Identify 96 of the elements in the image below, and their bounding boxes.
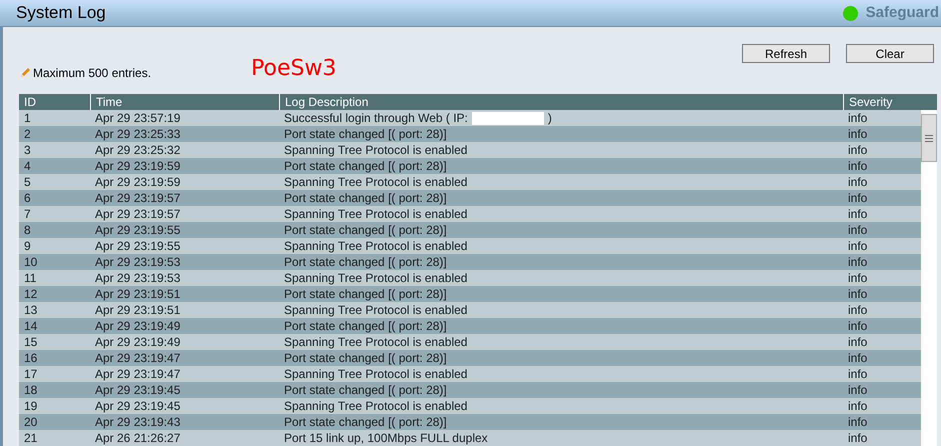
table-cell-text: Apr 29 23:19:53: [94, 254, 182, 270]
pencil-icon: [19, 67, 31, 79]
table-cell-text: info: [847, 126, 868, 142]
table-cell-text: Apr 26 21:26:27: [94, 430, 182, 446]
table-cell-text: info: [847, 334, 868, 350]
table-cell: Port state changed [( port: 28)]: [284, 414, 447, 430]
table-cell: ): [548, 110, 552, 126]
table-cell: Spanning Tree Protocol is enabled: [284, 174, 468, 190]
table-cell-text: 1: [23, 110, 32, 126]
table-cell-text: Apr 29 23:19:55: [94, 222, 182, 238]
table-cell-text: info: [847, 302, 868, 318]
table-cell-text: info: [847, 222, 868, 238]
table-cell-text: 20: [23, 414, 38, 430]
table-cell-text: 5: [23, 174, 32, 190]
table-cell-text: info: [847, 398, 868, 414]
table-cell-text: 12: [23, 286, 38, 302]
table-cell-text: 2: [23, 126, 32, 142]
table-cell-text: Apr 29 23:19:49: [94, 318, 182, 334]
table-cell-text: Apr 29 23:57:19: [94, 110, 182, 126]
table-cell-text: Apr 29 23:19:43: [94, 414, 182, 430]
table-cell-text: 15: [23, 334, 38, 350]
table-cell-text: 10: [23, 254, 38, 270]
table-cell-text: Apr 29 23:19:47: [94, 350, 182, 366]
scrollbar-thumb[interactable]: [921, 114, 937, 162]
table-cell-text: info: [847, 366, 868, 382]
table-cell-text: info: [847, 254, 868, 270]
table-cell-text: 17: [23, 366, 38, 382]
table-cell-text: 14: [23, 318, 38, 334]
table-cell-text: Apr 29 23:19:57: [94, 190, 182, 206]
table-cell-text: 11: [23, 270, 38, 286]
overlay-label: PoeSw3: [251, 58, 336, 83]
table-cell-text: Apr 29 23:19:59: [94, 158, 182, 174]
table-cell-text: 19: [23, 398, 38, 414]
table-cell: Port state changed [( port: 28)]: [284, 254, 447, 270]
table-cell-text: Apr 29 23:19:49: [94, 334, 182, 350]
window-title: System Log: [16, 2, 106, 24]
table-cell: Port state changed [( port: 28)]: [284, 318, 447, 334]
table-cell: Port state changed [( port: 28)]: [284, 350, 447, 366]
note-text: Maximum 500 entries.: [33, 65, 152, 82]
table-cell-text: info: [847, 350, 868, 366]
table-cell: Spanning Tree Protocol is enabled: [284, 366, 468, 382]
table-cell-text: info: [847, 206, 868, 222]
table-cell-text: Apr 29 23:25:33: [94, 126, 182, 142]
table-cell: Spanning Tree Protocol is enabled: [284, 238, 468, 254]
table-cell: Port state changed [( port: 28)]: [284, 190, 447, 206]
grip-icon: [925, 134, 933, 142]
table-cell: Port 15 link up, 100Mbps FULL duplex: [284, 430, 488, 446]
toolbar-button[interactable]: Refresh: [742, 44, 830, 63]
table-cell-text: info: [847, 158, 868, 174]
table-cell-text: info: [847, 190, 868, 206]
table-cell-text: 8: [23, 222, 32, 238]
table-cell-text: 3: [23, 142, 32, 158]
table-cell-text: info: [847, 238, 868, 254]
table-cell: Spanning Tree Protocol is enabled: [284, 398, 468, 414]
table-cell: Port state changed [( port: 28)]: [284, 222, 447, 238]
table-cell-text: 18: [23, 382, 38, 398]
toolbar-button[interactable]: Clear: [846, 44, 934, 63]
table-cell: Port state changed [( port: 28)]: [284, 382, 447, 398]
table-cell-text: info: [847, 110, 868, 126]
table-cell-text: 13: [23, 302, 38, 318]
table-cell: Port state changed [( port: 28)]: [284, 126, 447, 142]
table-cell-text: 4: [23, 158, 32, 174]
table-cell-text: Apr 29 23:19:45: [94, 382, 182, 398]
table-cell-text: 9: [23, 238, 32, 254]
status-label: Safeguard: [866, 2, 939, 23]
table-cell-text: Apr 29 23:19:47: [94, 366, 182, 382]
table-cell-text: info: [847, 174, 868, 190]
table-cell: Successful login through Web ( IP:: [284, 110, 468, 126]
scrollbar[interactable]: [921, 110, 937, 446]
column-header: ID: [23, 94, 37, 110]
table-cell-text: Apr 29 23:19:51: [94, 286, 182, 302]
table-cell-text: Apr 29 23:25:32: [94, 142, 182, 158]
table-cell-text: Apr 29 23:19:51: [94, 302, 182, 318]
table-cell-text: 7: [23, 206, 32, 222]
table-cell: Spanning Tree Protocol is enabled: [284, 142, 468, 158]
table-cell: Spanning Tree Protocol is enabled: [284, 334, 468, 350]
table-cell-text: info: [847, 270, 868, 286]
table-cell: Spanning Tree Protocol is enabled: [284, 302, 468, 318]
table-cell-text: info: [847, 414, 868, 430]
table-cell: Spanning Tree Protocol is enabled: [284, 206, 468, 222]
table-cell-text: info: [847, 286, 868, 302]
table-cell-text: 16: [23, 350, 38, 366]
table-cell-text: info: [847, 382, 868, 398]
table-cell: Port state changed [( port: 28)]: [284, 286, 447, 302]
table-cell-text: Apr 29 23:19:57: [94, 206, 182, 222]
table-cell-text: info: [847, 142, 868, 158]
table-cell: Port state changed [( port: 28)]: [284, 158, 447, 174]
table-cell-text: 21: [23, 430, 38, 446]
table-cell-text: info: [847, 318, 868, 334]
table-cell: Spanning Tree Protocol is enabled: [284, 270, 468, 286]
table-cell-text: Apr 29 23:19:45: [94, 398, 182, 414]
table-cell-text: Apr 29 23:19:55: [94, 238, 182, 254]
table-cell-text: Apr 29 23:19:53: [94, 270, 182, 286]
table-cell-text: Apr 29 23:19:59: [94, 174, 182, 190]
table-cell-text: 6: [23, 190, 32, 206]
table-cell-text: info: [847, 430, 868, 446]
